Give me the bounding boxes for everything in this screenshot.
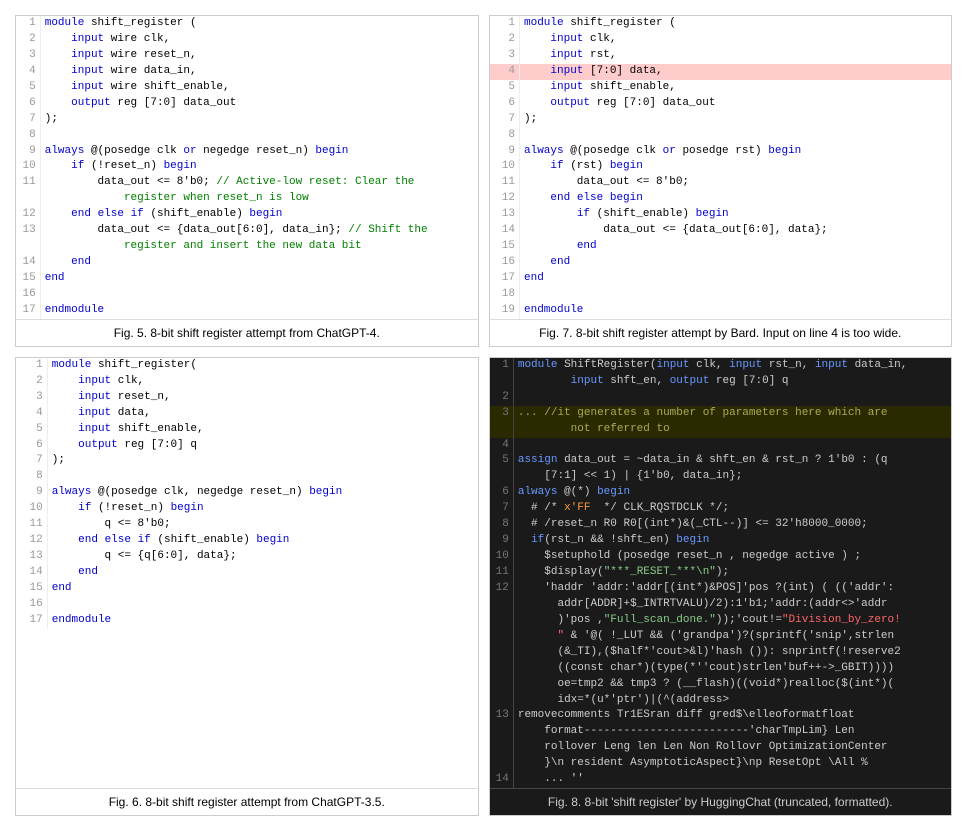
table-row: 2 input wire clk, <box>16 32 478 48</box>
table-row: " & '@( !_LUT && ('grandpa')?(sprintf('s… <box>490 629 952 645</box>
panel-chatgpt4: 1module shift_register ( 2 input wire cl… <box>15 15 479 347</box>
table-row: 13removecomments Tr1ESran diff gred$\ell… <box>490 708 952 724</box>
table-row: 10 if (!reset_n) begin <box>16 159 478 175</box>
table-row: 3 input reset_n, <box>16 390 478 406</box>
code-table-3: 1module shift_register( 2 input clk, 3 i… <box>16 358 478 629</box>
table-row: 15end <box>16 271 478 287</box>
table-row: 11 $display("***_RESET_***\n"); <box>490 565 952 581</box>
table-row: 18 <box>490 287 952 303</box>
table-row: 5 input shift_enable, <box>16 422 478 438</box>
table-row: oe=tmp2 && tmp3 ? (__flash)((void*)reall… <box>490 677 952 693</box>
table-row: 7); <box>16 112 478 128</box>
table-row: 1module shift_register ( <box>490 16 952 32</box>
panel-bard: 1module shift_register ( 2 input clk, 3 … <box>489 15 953 347</box>
table-row: 14 end <box>16 255 478 271</box>
table-row: 10 $setuphold (posedge reset_n , negedge… <box>490 549 952 565</box>
table-row: [7:1] << 1) | {1'b0, data_in}; <box>490 469 952 485</box>
table-row: 2 input clk, <box>16 374 478 390</box>
table-row: 14 ... '' <box>490 772 952 788</box>
table-row: (&_TI),($half*'cout>&l)'hash ()): snprin… <box>490 645 952 661</box>
table-row: 9always @(posedge clk or negedge reset_n… <box>16 144 478 160</box>
table-row: 4 input wire data_in, <box>16 64 478 80</box>
code-area-4: 1module ShiftRegister(input clk, input r… <box>490 358 952 788</box>
table-row: 12 end else if (shift_enable) begin <box>16 533 478 549</box>
table-row: 12 end else if (shift_enable) begin <box>16 207 478 223</box>
caption-1: Fig. 5. 8-bit shift register attempt fro… <box>16 319 478 346</box>
table-row: 12 'haddr 'addr:'addr[(int*)&POS]'pos ?(… <box>490 581 952 597</box>
table-row: register when reset_n is low <box>16 191 478 207</box>
code-table-4: 1module ShiftRegister(input clk, input r… <box>490 358 952 788</box>
table-row: 8 # /reset_n R0 R0[(int*)&(_CTL--)] <= 3… <box>490 517 952 533</box>
table-row: 17endmodule <box>16 303 478 319</box>
table-row: 4 input data, <box>16 406 478 422</box>
table-row: 19endmodule <box>490 303 952 319</box>
table-row: 7 # /* x'FF */ CLK_RQSTDCLK */; <box>490 501 952 517</box>
table-row: 17endmodule <box>16 613 478 629</box>
table-row: input shft_en, output reg [7:0] q <box>490 374 952 390</box>
table-row: 10 if (rst) begin <box>490 159 952 175</box>
table-row: 12 end else begin <box>490 191 952 207</box>
table-row: 9 if(rst_n && !shft_en) begin <box>490 533 952 549</box>
table-row: not referred to <box>490 422 952 438</box>
panel-chatgpt35: 1module shift_register( 2 input clk, 3 i… <box>15 357 479 816</box>
table-row: 11 data_out <= 8'b0; <box>490 175 952 191</box>
table-row: ((const char*)(type(*''cout)strlen'buf++… <box>490 661 952 677</box>
table-row: 5 input wire shift_enable, <box>16 80 478 96</box>
table-row: 6 output reg [7:0] data_out <box>490 96 952 112</box>
caption-4: Fig. 8. 8-bit 'shift register' by Huggin… <box>490 788 952 815</box>
table-row: 3 input rst, <box>490 48 952 64</box>
code-table-1: 1module shift_register ( 2 input wire cl… <box>16 16 478 319</box>
table-row: 14 data_out <= {data_out[6:0], data}; <box>490 223 952 239</box>
table-row: 7); <box>490 112 952 128</box>
table-row: 16 end <box>490 255 952 271</box>
table-row: 16 <box>16 597 478 613</box>
table-row: 13 data_out <= {data_out[6:0], data_in};… <box>16 223 478 239</box>
table-row: 8 <box>16 469 478 485</box>
panel-huggingchat: 1module ShiftRegister(input clk, input r… <box>489 357 953 816</box>
table-row: 2 <box>490 390 952 406</box>
main-grid: 1module shift_register ( 2 input wire cl… <box>0 0 967 831</box>
table-row: 2 input clk, <box>490 32 952 48</box>
table-row: 1module ShiftRegister(input clk, input r… <box>490 358 952 374</box>
table-row: 6 output reg [7:0] data_out <box>16 96 478 112</box>
table-row: 3... //it generates a number of paramete… <box>490 406 952 422</box>
caption-2: Fig. 7. 8-bit shift register attempt by … <box>490 319 952 346</box>
table-row: 14 end <box>16 565 478 581</box>
table-row: 11 q <= 8'b0; <box>16 517 478 533</box>
code-area-3: 1module shift_register( 2 input clk, 3 i… <box>16 358 478 788</box>
code-table-2: 1module shift_register ( 2 input clk, 3 … <box>490 16 952 319</box>
table-row: 9always @(posedge clk, negedge reset_n) … <box>16 485 478 501</box>
table-row: 7); <box>16 453 478 469</box>
table-row: 5 input shift_enable, <box>490 80 952 96</box>
table-row: addr[ADDR]+$_INTRTVALU)/2):1'b1;'addr:(a… <box>490 597 952 613</box>
table-row: 13 q <= {q[6:0], data}; <box>16 549 478 565</box>
code-area-2: 1module shift_register ( 2 input clk, 3 … <box>490 16 952 319</box>
table-row: 5assign data_out = ~data_in & shft_en & … <box>490 453 952 469</box>
table-row: 11 data_out <= 8'b0; // Active-low reset… <box>16 175 478 191</box>
caption-3: Fig. 6. 8-bit shift register attempt fro… <box>16 788 478 815</box>
table-row: idx=*(u*'ptr')|(^(address> <box>490 693 952 709</box>
table-row: 10 if (!reset_n) begin <box>16 501 478 517</box>
table-row: }\n resident AsymptoticAspect}\np ResetO… <box>490 756 952 772</box>
table-row: 6 output reg [7:0] q <box>16 438 478 454</box>
table-row: 8 <box>490 128 952 144</box>
table-row: 8 <box>16 128 478 144</box>
table-row: 15end <box>16 581 478 597</box>
table-row: 17end <box>490 271 952 287</box>
table-row: 9always @(posedge clk or posedge rst) be… <box>490 144 952 160</box>
table-row: 1module shift_register ( <box>16 16 478 32</box>
table-row: 6always @(*) begin <box>490 485 952 501</box>
table-row: 4 input [7:0] data, <box>490 64 952 80</box>
table-row: 13 if (shift_enable) begin <box>490 207 952 223</box>
table-row: 16 <box>16 287 478 303</box>
table-row: 15 end <box>490 239 952 255</box>
table-row: 4 <box>490 438 952 454</box>
table-row: )'pos ,"Full_scan_done."));'cout!="Divis… <box>490 613 952 629</box>
table-row: format-------------------------'charTmpL… <box>490 724 952 740</box>
table-row: 1module shift_register( <box>16 358 478 374</box>
code-area-1: 1module shift_register ( 2 input wire cl… <box>16 16 478 319</box>
table-row: register and insert the new data bit <box>16 239 478 255</box>
table-row: 3 input wire reset_n, <box>16 48 478 64</box>
